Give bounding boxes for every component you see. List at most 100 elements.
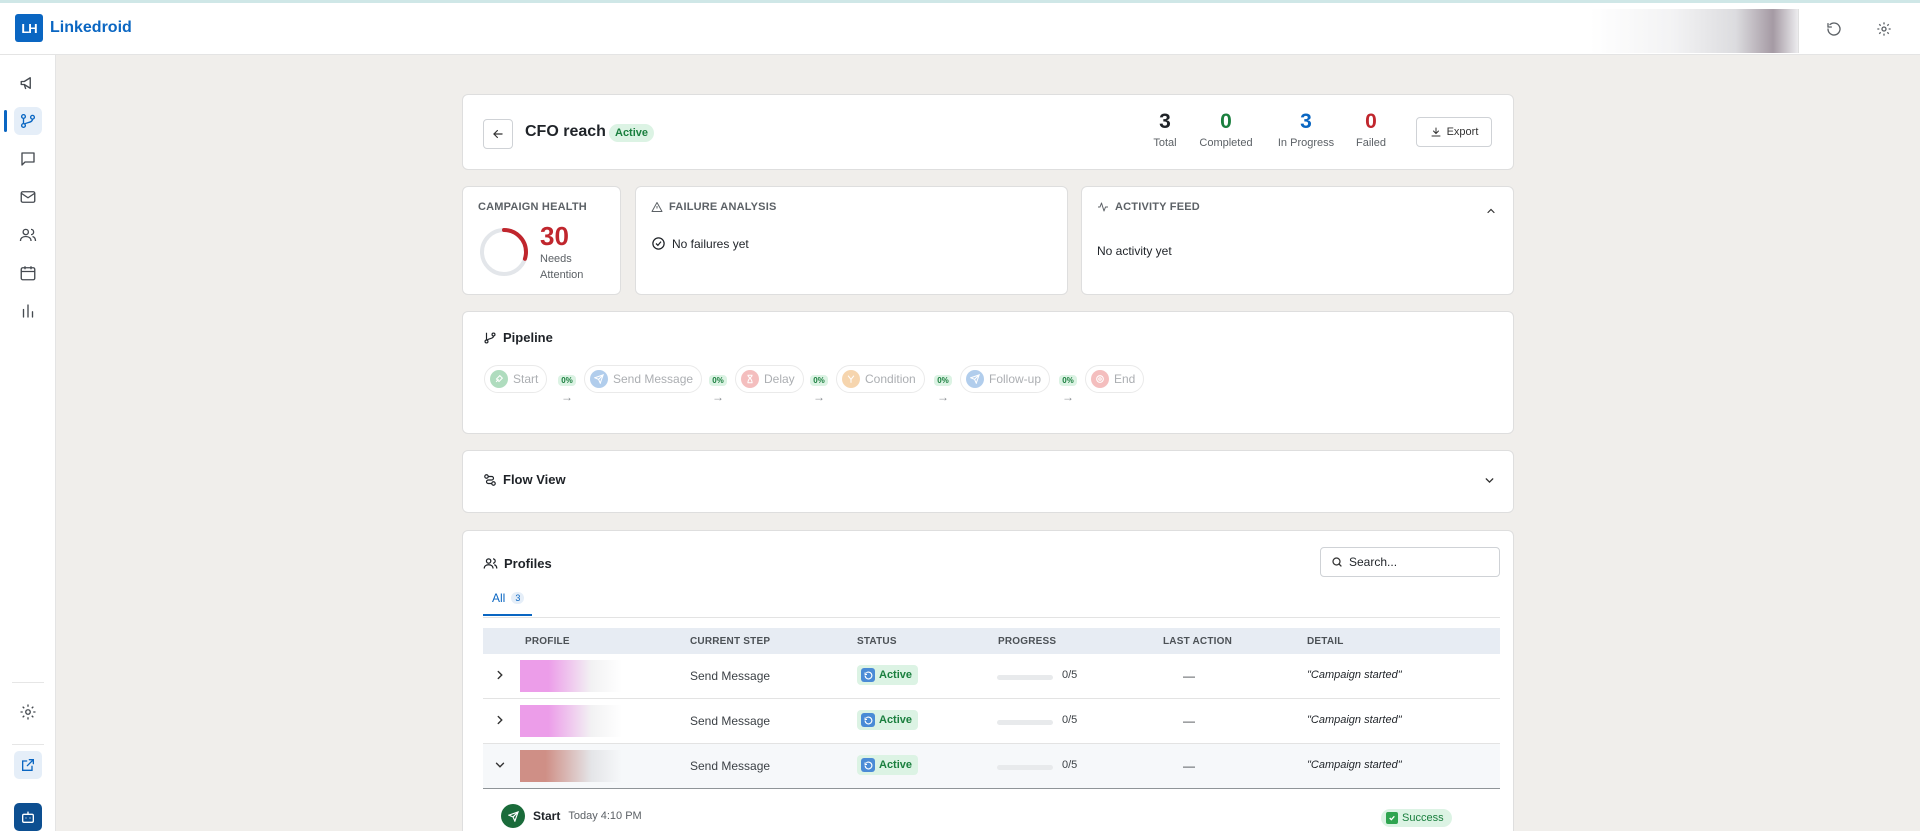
- export-button[interactable]: Export: [1416, 117, 1492, 147]
- pipeline-step-label: Delay: [764, 372, 795, 386]
- flow-view-title-text: Flow View: [503, 472, 566, 487]
- brand[interactable]: LH Linkedroid: [15, 14, 132, 42]
- column-header: PROFILE: [525, 636, 570, 647]
- megaphone-icon: [20, 77, 31, 90]
- activity-title: ACTIVITY FEED: [1097, 201, 1200, 213]
- pipeline-step-follow-up[interactable]: Follow-up: [960, 365, 1051, 393]
- search-input[interactable]: Search...: [1320, 547, 1500, 577]
- column-header: DETAIL: [1307, 636, 1344, 647]
- chat-icon: [21, 152, 35, 166]
- status-badge: Active: [857, 755, 919, 775]
- stat-label: Completed: [1199, 137, 1253, 149]
- status-text: Active: [879, 759, 913, 771]
- stat-value: 0: [1220, 110, 1232, 133]
- send-icon: [590, 370, 608, 388]
- connector-percent: 0%: [1059, 375, 1077, 386]
- pipeline-card: Pipeline Start 0% → Send Message 0% → De…: [462, 311, 1514, 434]
- brand-logo: LH: [15, 14, 43, 42]
- collapse-button[interactable]: [1485, 205, 1499, 219]
- sidebar-item-calendar[interactable]: [14, 259, 42, 287]
- back-button[interactable]: [483, 119, 513, 149]
- last-action: —: [1183, 759, 1195, 773]
- expand-button[interactable]: [1483, 474, 1497, 488]
- stat-value: 3: [1159, 110, 1171, 133]
- column-header: LAST ACTION: [1163, 636, 1233, 647]
- pipeline-connector: 0% →: [707, 370, 729, 403]
- profile-avatar[interactable]: [520, 660, 622, 692]
- bot-button[interactable]: [14, 803, 42, 831]
- refresh-icon: [861, 758, 875, 772]
- pipeline-step-send-message[interactable]: Send Message: [584, 365, 703, 393]
- hourglass-icon: [741, 370, 759, 388]
- table-row[interactable]: Send Message Active 0/5 — "Campaign star…: [483, 654, 1500, 699]
- status-badge: Active: [609, 124, 655, 142]
- stat-label: In Progress: [1277, 137, 1335, 149]
- connector-percent: 0%: [558, 375, 576, 386]
- arrow-right-icon: →: [712, 390, 724, 404]
- arrow-right-icon: →: [937, 390, 949, 404]
- timeline-step: Start: [533, 809, 561, 823]
- tab-all[interactable]: All 3: [483, 591, 533, 616]
- chevron-down-icon[interactable]: [493, 758, 507, 772]
- column-header: STATUS: [857, 636, 897, 647]
- chevron-right-icon[interactable]: [493, 713, 507, 727]
- tab-divider: [483, 617, 1500, 618]
- sidebar-item-contacts[interactable]: [14, 221, 42, 249]
- gear-icon[interactable]: [1876, 21, 1894, 39]
- profile-avatar[interactable]: [520, 750, 622, 782]
- progress-text: 0/5: [1062, 669, 1078, 681]
- tab-label: All: [492, 591, 506, 605]
- status-badge: Active: [857, 665, 919, 685]
- sidebar-item-settings[interactable]: [14, 698, 42, 726]
- users-icon: [19, 228, 37, 242]
- timeline-time: Today 4:10 PM: [568, 810, 642, 822]
- failure-title: FAILURE ANALYSIS: [651, 201, 777, 213]
- sidebar-item-analytics[interactable]: [14, 297, 42, 325]
- sidebar-item-inbox[interactable]: [14, 183, 42, 211]
- flow-view-card[interactable]: Flow View: [462, 450, 1514, 513]
- branch-icon: [20, 113, 36, 129]
- arrow-right-icon: →: [1062, 390, 1074, 404]
- stat-value: 3: [1300, 110, 1312, 133]
- pipeline-title-text: Pipeline: [503, 330, 553, 345]
- profile-avatar[interactable]: [520, 705, 622, 737]
- sidebar-item-messages[interactable]: [14, 145, 42, 173]
- external-link-button[interactable]: [14, 751, 42, 779]
- send-icon: [501, 804, 525, 828]
- sidebar-divider: [12, 682, 44, 683]
- pipeline-step-end[interactable]: End: [1085, 365, 1145, 393]
- column-header: CURRENT STEP: [690, 636, 771, 647]
- sidebar-item-campaigns[interactable]: [14, 69, 42, 97]
- chevron-right-icon[interactable]: [493, 668, 507, 682]
- success-badge: Success: [1381, 809, 1452, 827]
- progress-text: 0/5: [1062, 759, 1078, 771]
- profiles-title: Profiles: [483, 556, 552, 571]
- activity-title-text: ACTIVITY FEED: [1115, 201, 1200, 213]
- sidebar: [0, 55, 56, 831]
- sidebar-item-workflows[interactable]: [14, 107, 42, 135]
- profiles-card: Profiles Search... All 3 PROFILE CURRENT…: [462, 530, 1514, 831]
- warning-icon: [651, 202, 663, 212]
- send-icon: [966, 370, 984, 388]
- table-header: PROFILE CURRENT STEP STATUS PROGRESS LAS…: [483, 628, 1500, 654]
- pipeline-connector: 0% →: [1057, 370, 1079, 403]
- refresh-icon[interactable]: [1826, 21, 1844, 39]
- table-row[interactable]: Send Message Active 0/5 — "Campaign star…: [483, 744, 1500, 789]
- pipeline-step-condition[interactable]: Condition: [836, 365, 925, 393]
- arrow-left-icon: [493, 129, 503, 139]
- status-text: Active: [879, 714, 913, 726]
- detail-text: "Campaign started": [1307, 759, 1402, 771]
- activity-message: No activity yet: [1097, 244, 1172, 258]
- pipeline-step-delay[interactable]: Delay: [735, 365, 804, 393]
- pipeline-step-start[interactable]: Start: [484, 365, 548, 393]
- connector-percent: 0%: [934, 375, 952, 386]
- table-row[interactable]: Send Message Active 0/5 — "Campaign star…: [483, 699, 1500, 744]
- rocket-icon: [490, 370, 508, 388]
- tab-count: 3: [511, 592, 525, 604]
- failure-analysis-card: FAILURE ANALYSIS No failures yet: [635, 186, 1068, 295]
- success-text: Success: [1402, 812, 1444, 824]
- search-placeholder: Search...: [1349, 555, 1398, 569]
- chevron-down-icon: [1485, 478, 1494, 484]
- timeline-item: Start Today 4:10 PM: [501, 804, 642, 828]
- user-avatar[interactable]: [1590, 9, 1798, 53]
